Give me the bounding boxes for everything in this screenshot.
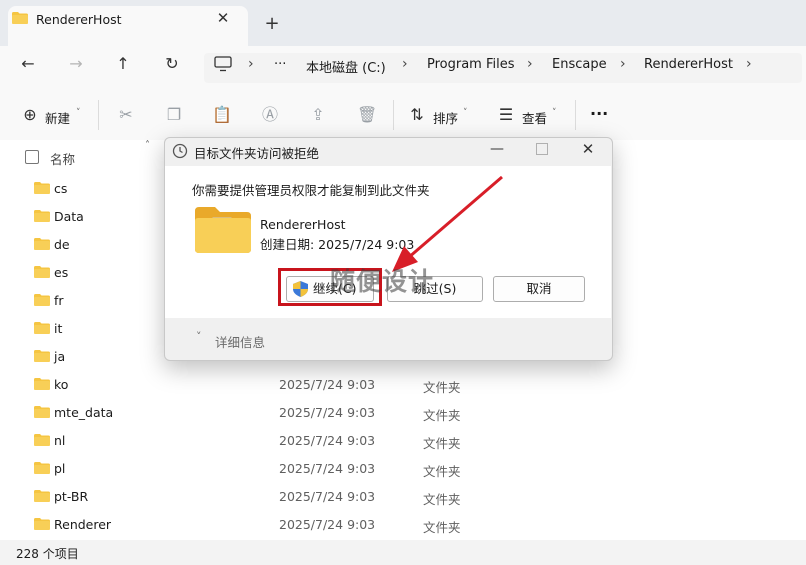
close-icon[interactable]: ✕ (580, 141, 596, 157)
crumb-renderer-host[interactable]: RendererHost (644, 57, 733, 72)
computer-icon[interactable] (214, 56, 232, 72)
chevron-right-icon[interactable]: › (620, 56, 626, 72)
file-name: de (54, 237, 70, 252)
list-item[interactable] (0, 483, 806, 509)
toolbar-divider (98, 100, 99, 130)
folder-icon (12, 12, 28, 24)
select-all-checkbox[interactable] (25, 150, 39, 164)
clock-icon (172, 143, 188, 159)
refresh-icon[interactable]: ↻ (159, 51, 185, 77)
maximize-icon[interactable] (536, 143, 548, 155)
sort-caret-icon: ˄ (145, 140, 150, 151)
chevron-down-icon[interactable]: ˅ (196, 330, 202, 343)
file-date: 2025/7/24 9:03 (279, 489, 376, 504)
file-type: 文件夹 (423, 492, 461, 507)
address-overflow[interactable]: ··· (274, 57, 286, 72)
view-icon[interactable]: ☰ (496, 105, 516, 125)
file-date: 2025/7/24 9:03 (279, 377, 376, 392)
file-type: 文件夹 (423, 380, 461, 395)
file-date: 2025/7/24 9:03 (279, 405, 376, 420)
cut-icon[interactable]: ✂ (116, 105, 136, 125)
delete-icon[interactable]: 🗑 (357, 105, 377, 125)
minimize-icon[interactable]: — (489, 141, 505, 157)
list-item[interactable] (0, 399, 806, 425)
folder-icon (34, 350, 50, 362)
file-name: Renderer (54, 517, 112, 532)
folder-icon (34, 322, 50, 334)
toolbar-divider (575, 100, 576, 130)
view-button[interactable]: 查看 (522, 108, 547, 127)
folder-icon (34, 294, 50, 306)
dialog-title: 目标文件夹访问被拒绝 (194, 146, 320, 161)
file-name: es (54, 265, 69, 280)
folder-icon (34, 378, 50, 390)
new-tab-button[interactable]: + (262, 14, 282, 34)
name-column-header[interactable]: 名称 (50, 149, 75, 168)
file-name: pl (54, 461, 66, 476)
more-options-button[interactable]: ··· (590, 104, 608, 123)
file-name: mte_data (54, 405, 114, 420)
share-icon[interactable]: ⇪ (308, 105, 328, 125)
rename-icon[interactable]: Ⓐ (260, 105, 280, 125)
file-type: 文件夹 (423, 464, 461, 479)
file-name: RendererHost (260, 217, 346, 232)
paste-icon[interactable]: 📋 (212, 105, 232, 125)
crumb-enscape[interactable]: Enscape (552, 57, 607, 72)
folder-icon (34, 518, 50, 530)
chevron-down-icon[interactable]: ˅ (76, 108, 81, 118)
folder-icon (34, 238, 50, 250)
watermark: 随便设计 (330, 267, 435, 296)
chevron-down-icon[interactable]: ˅ (463, 108, 468, 118)
file-name: fr (54, 293, 64, 308)
crumb-local-disk[interactable]: 本地磁盘 (C:) (306, 57, 386, 76)
folder-icon (34, 406, 50, 418)
file-type: 文件夹 (423, 408, 461, 423)
folder-icon (34, 434, 50, 446)
folder-icon (34, 490, 50, 502)
file-date: 2025/7/24 9:03 (279, 461, 376, 476)
chevron-right-icon[interactable]: › (402, 56, 408, 72)
file-date: 2025/7/24 9:03 (279, 433, 376, 448)
list-item[interactable] (0, 455, 806, 481)
file-type: 文件夹 (423, 520, 461, 535)
list-item[interactable] (0, 511, 806, 537)
crumb-program-files[interactable]: Program Files (427, 57, 515, 72)
toolbar-divider (393, 100, 394, 130)
file-name: it (54, 321, 63, 336)
close-tab-icon[interactable]: ✕ (214, 9, 232, 27)
up-arrow-icon[interactable]: ↑ (110, 51, 136, 77)
chevron-down-icon[interactable]: ˅ (552, 108, 557, 118)
forward-arrow-icon[interactable]: → (63, 51, 89, 77)
copy-icon[interactable]: ❐ (164, 105, 184, 125)
folder-icon (34, 266, 50, 278)
file-name: nl (54, 433, 66, 448)
folder-icon (195, 207, 251, 253)
sort-button[interactable]: 排序 (433, 108, 458, 127)
tab-title: RendererHost (36, 12, 122, 27)
folder-icon (34, 462, 50, 474)
folder-icon (34, 182, 50, 194)
list-item[interactable] (0, 371, 806, 397)
chevron-right-icon[interactable]: › (527, 56, 533, 72)
file-name: Data (54, 209, 84, 224)
sort-icon[interactable]: ⇅ (407, 105, 427, 125)
item-count: 228 个项目 (16, 547, 79, 561)
file-type: 文件夹 (423, 436, 461, 451)
back-arrow-icon[interactable]: ← (15, 51, 41, 77)
list-item[interactable] (0, 427, 806, 453)
chevron-right-icon[interactable]: › (248, 56, 254, 72)
file-name: ja (54, 349, 66, 364)
plus-circle-icon[interactable]: ⊕ (20, 105, 40, 125)
folder-icon (34, 210, 50, 222)
file-name: pt-BR (54, 489, 89, 504)
new-button[interactable]: 新建 (45, 108, 70, 127)
chevron-right-icon[interactable]: › (746, 56, 752, 72)
file-date: 2025/7/24 9:03 (279, 517, 376, 532)
file-name: cs (54, 181, 68, 196)
details-toggle[interactable]: 详细信息 (215, 332, 265, 351)
file-name: ko (54, 377, 69, 392)
